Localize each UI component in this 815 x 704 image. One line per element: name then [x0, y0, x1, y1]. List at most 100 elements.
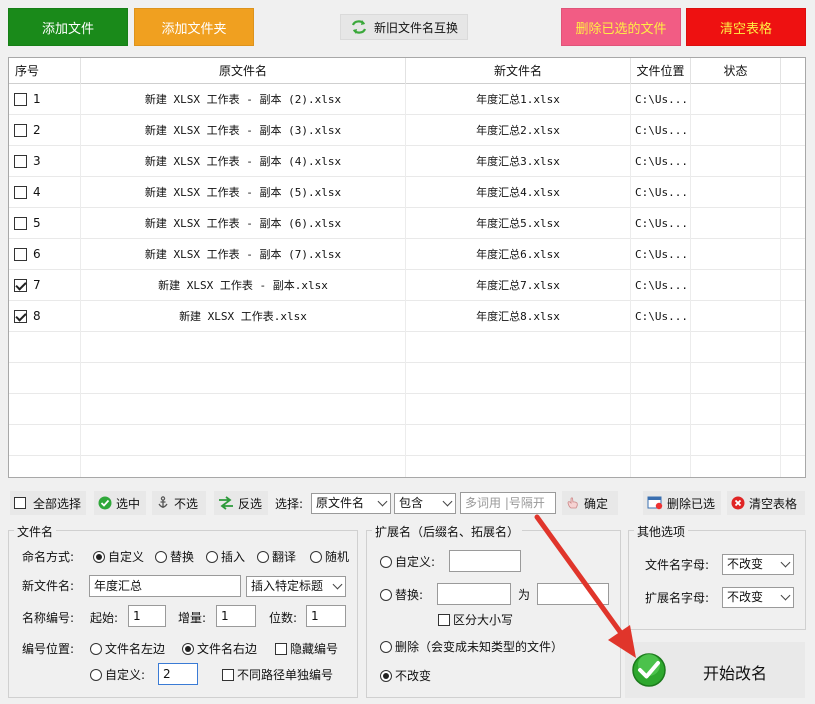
hide-number-label: 隐藏编号 [290, 642, 339, 656]
row-checkbox[interactable] [14, 186, 27, 199]
delete-selected-button[interactable]: 删除已选 [643, 491, 721, 515]
confirm-label: 确定 [584, 496, 609, 511]
position-left-radio[interactable]: 文件名左边 [90, 641, 165, 657]
empty-table-row [9, 425, 805, 456]
radio-icon [257, 551, 269, 563]
cell-filler [781, 115, 805, 146]
cell-new: 年度汇总6.xlsx [406, 239, 631, 270]
hide-number-checkbox[interactable]: 隐藏编号 [275, 641, 338, 657]
ext-delete-radio[interactable]: 删除（会变成未知类型的文件） [380, 639, 563, 655]
cell-status [691, 115, 781, 146]
digits-label: 位数: [269, 611, 298, 625]
cell-filler [781, 208, 805, 239]
deselect-button[interactable]: 不选 [152, 491, 206, 515]
row-checkbox[interactable] [14, 155, 27, 168]
row-checkbox[interactable] [14, 248, 27, 261]
filter-op-select[interactable]: 包含 [394, 493, 456, 514]
column-header-original[interactable]: 原文件名 [81, 58, 406, 84]
case-sensitive-checkbox[interactable]: 区分大小写 [438, 612, 513, 628]
naming-mode-radio[interactable]: 替换 [155, 549, 194, 565]
table-row[interactable]: 1 新建 XLSX 工作表 - 副本 (2).xlsx 年度汇总1.xlsx C:\U… [9, 84, 805, 115]
invert-selection-button[interactable]: 反选 [214, 491, 268, 515]
naming-mode-radio[interactable]: 自定义 [93, 549, 144, 565]
radio-icon [90, 643, 102, 655]
cell-status [691, 84, 781, 115]
row-checkbox[interactable] [14, 93, 27, 106]
ext-case-select[interactable]: 不改变 [722, 587, 794, 608]
new-name-input[interactable]: 年度汇总 [89, 575, 241, 597]
row-index-cell: 5 [9, 208, 81, 239]
cell-filler [781, 84, 805, 115]
custom-position-input[interactable]: 2 [158, 663, 198, 685]
file-table[interactable]: 序号 原文件名 新文件名 文件位置 状态 1 新建 XLSX 工作表 - 副本 (… [8, 57, 806, 478]
column-header-new[interactable]: 新文件名 [406, 58, 631, 84]
deselect-label: 不选 [174, 496, 199, 511]
naming-mode-radio[interactable]: 插入 [206, 549, 245, 565]
select-button[interactable]: 选中 [94, 491, 146, 515]
cell-new: 年度汇总1.xlsx [406, 84, 631, 115]
numbering-label: 名称编号: [22, 611, 75, 625]
radio-selected-icon [182, 643, 194, 655]
cell-original: 新建 XLSX 工作表 - 副本 (7).xlsx [81, 239, 406, 270]
naming-mode-radio[interactable]: 翻译 [257, 549, 296, 565]
checkbox-icon [275, 643, 287, 655]
position-custom-radio[interactable]: 自定义: [90, 667, 145, 683]
ext-custom-input[interactable] [449, 550, 521, 572]
table-row[interactable]: 3 新建 XLSX 工作表 - 副本 (4).xlsx 年度汇总3.xlsx C:\U… [9, 146, 805, 177]
select-label: 选中 [116, 496, 141, 511]
select-all-label: 全部选择 [33, 496, 82, 511]
radio-icon [155, 551, 167, 563]
table-row[interactable]: 6 新建 XLSX 工作表 - 副本 (7).xlsx 年度汇总6.xlsx C:\U… [9, 239, 805, 270]
ext-delete-label: 删除（会变成未知类型的文件） [395, 640, 564, 654]
table-row[interactable]: 4 新建 XLSX 工作表 - 副本 (5).xlsx 年度汇总4.xlsx C:\U… [9, 177, 805, 208]
new-name-label: 新文件名: [22, 579, 75, 593]
start-input[interactable]: 1 [128, 605, 166, 627]
column-header-location[interactable]: 文件位置 [631, 58, 691, 84]
ext-replace-to-input[interactable] [537, 583, 609, 605]
table-row[interactable]: 8 新建 XLSX 工作表.xlsx 年度汇总8.xlsx C:\Us... [9, 301, 805, 332]
clear-table-button[interactable]: 清空表格 [686, 8, 806, 46]
row-index: 4 [33, 185, 41, 199]
naming-mode-radio[interactable]: 随机 [310, 549, 349, 565]
delete-selected-files-button[interactable]: 删除已选的文件 [561, 8, 681, 46]
invert-label: 反选 [238, 496, 263, 511]
filter-field-select[interactable]: 原文件名 [311, 493, 391, 514]
column-header-status[interactable]: 状态 [691, 58, 781, 84]
select-all-control[interactable]: 全部选择 [10, 491, 86, 515]
ext-no-change-radio[interactable]: 不改变 [380, 668, 431, 684]
step-input[interactable]: 1 [216, 605, 256, 627]
chevron-down-icon [377, 496, 388, 507]
add-folder-button[interactable]: 添加文件夹 [134, 8, 254, 46]
clear-table-label: 清空表格 [749, 496, 798, 511]
select-all-checkbox[interactable] [14, 497, 26, 509]
row-checkbox[interactable] [14, 310, 27, 323]
invert-arrows-icon [219, 496, 233, 510]
table-row[interactable]: 5 新建 XLSX 工作表 - 副本 (6).xlsx 年度汇总5.xlsx C:\U… [9, 208, 805, 239]
filter-keyword-input[interactable]: 多词用 |号隔开 [460, 492, 556, 514]
ext-replace-from-input[interactable] [437, 583, 511, 605]
radio-icon [310, 551, 322, 563]
insert-title-select[interactable]: 插入特定标题 [246, 576, 346, 597]
confirm-filter-button[interactable]: 确定 [562, 491, 618, 515]
digits-input[interactable]: 1 [306, 605, 346, 627]
ext-replace-radio[interactable]: 替换: [380, 587, 423, 603]
separate-numbering-checkbox[interactable]: 不同路径单独编号 [222, 667, 333, 683]
row-checkbox[interactable] [14, 217, 27, 230]
table-header: 序号 原文件名 新文件名 文件位置 状态 [9, 58, 805, 84]
add-file-button[interactable]: 添加文件 [8, 8, 128, 46]
radio-icon [380, 556, 392, 568]
row-checkbox[interactable] [14, 124, 27, 137]
column-header-index[interactable]: 序号 [9, 58, 81, 84]
green-check-icon [632, 653, 666, 687]
position-right-radio[interactable]: 文件名右边 [182, 641, 257, 657]
filename-case-select[interactable]: 不改变 [722, 554, 794, 575]
chevron-down-icon [780, 590, 791, 601]
start-rename-button[interactable]: 开始改名 [625, 642, 805, 698]
table-row[interactable]: 7 新建 XLSX 工作表 - 副本.xlsx 年度汇总7.xlsx C:\Us... [9, 270, 805, 301]
swap-names-button[interactable]: 新旧文件名互换 [340, 14, 468, 40]
row-checkbox[interactable] [14, 279, 27, 292]
ext-custom-radio[interactable]: 自定义: [380, 554, 435, 570]
clear-table-tool-button[interactable]: 清空表格 [727, 491, 805, 515]
table-row[interactable]: 2 新建 XLSX 工作表 - 副本 (3).xlsx 年度汇总2.xlsx C:\U… [9, 115, 805, 146]
cell-location: C:\Us... [631, 270, 691, 301]
